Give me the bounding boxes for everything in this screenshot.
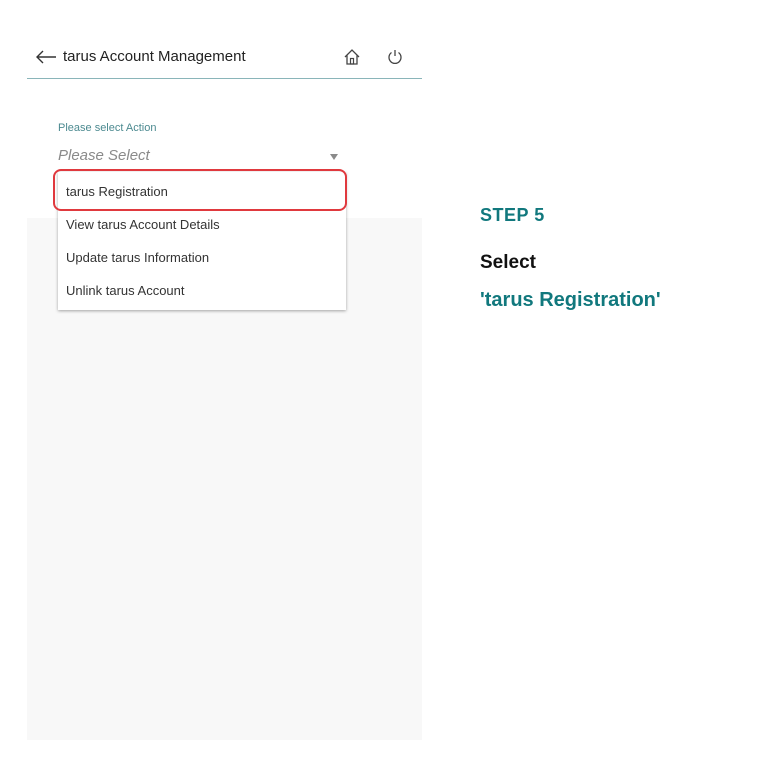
action-dropdown-menu: tarus Registration View tarus Account De… [58,172,346,310]
action-select[interactable]: Please Select [58,144,342,168]
menu-item-view-account-details[interactable]: View tarus Account Details [66,217,220,237]
menu-item-unlink-account[interactable]: Unlink tarus Account [66,283,185,303]
power-icon [388,50,402,64]
step-label: STEP 5 [480,205,545,225]
phone-screen: tarus Account Management Please select A… [27,28,422,740]
select-placeholder: Please Select [58,147,150,164]
menu-item-tarus-registration[interactable]: tarus Registration [66,184,168,204]
instruction-text: Select [480,252,536,273]
menu-item-update-information[interactable]: Update tarus Information [66,250,209,270]
home-icon [344,49,360,65]
action-field-label: Please select Action [58,122,157,134]
arrow-left-icon [36,50,56,64]
instruction-target: 'tarus Registration' [480,289,661,311]
home-button[interactable] [339,44,365,70]
app-bar: tarus Account Management [27,42,422,79]
back-button[interactable] [31,45,61,69]
caret-down-icon [330,154,338,160]
power-button[interactable] [382,44,408,70]
page-title: tarus Account Management [63,48,246,65]
